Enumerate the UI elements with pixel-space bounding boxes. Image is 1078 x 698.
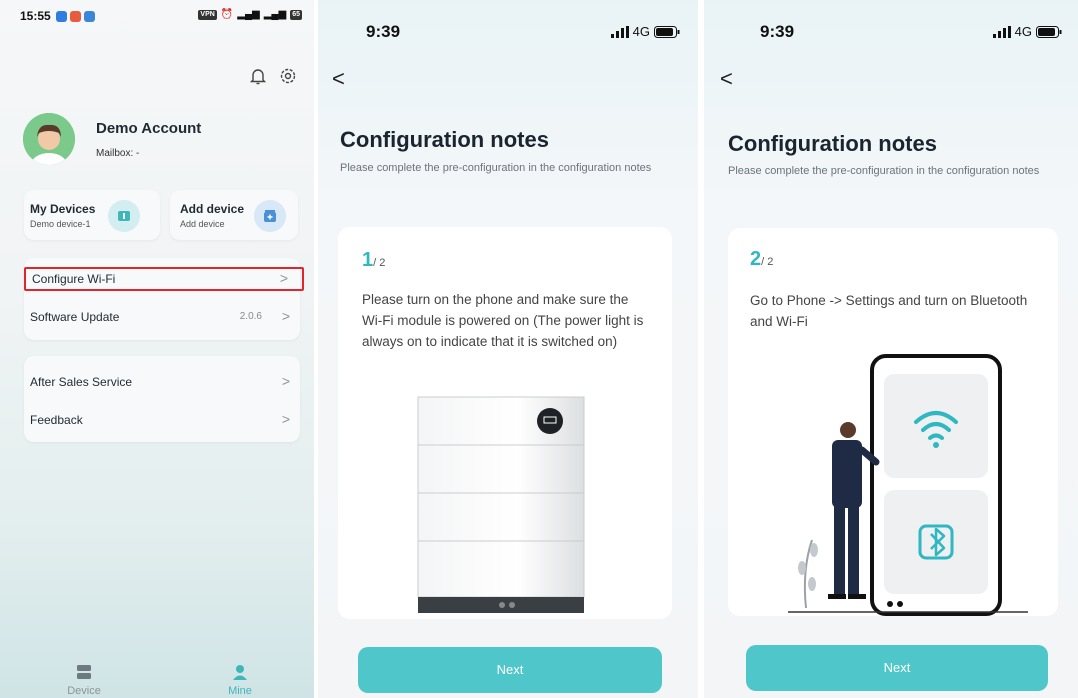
configure-wifi-label: Configure Wi-Fi [32, 272, 116, 286]
after-sales-item[interactable]: After Sales Service > [24, 370, 304, 394]
status-bar: 9:39 4G [760, 22, 1062, 44]
signal-icon: ▂▄▆ [263, 9, 287, 20]
step-indicator: 2/ 2 [750, 248, 773, 271]
battery-device-illustration [417, 396, 585, 613]
notification-icon [56, 11, 67, 22]
signal-icon: ▂▄▆ [237, 9, 260, 20]
page-title: Configuration notes [728, 131, 937, 156]
step-total: / 2 [373, 257, 386, 269]
mailbox-label: Mailbox: - [96, 148, 140, 159]
mine-tab-icon [233, 665, 247, 680]
tab-bar: Device Mine [0, 660, 314, 698]
status-time: 9:39 [366, 22, 401, 41]
network-label: 4G [632, 24, 650, 39]
configure-wifi-item[interactable]: Configure Wi-Fi > [24, 267, 304, 291]
back-arrow-icon[interactable]: < [720, 66, 733, 92]
mine-screen: 15:55 VPN ⏰ ▂▄▆ ▂▄▆ 65 Demo Account Mail… [0, 0, 314, 698]
status-bar: 15:55 VPN ⏰ ▂▄▆ ▂▄▆ 65 [20, 9, 302, 27]
step-current: 2 [750, 248, 762, 270]
alarm-icon: ⏰ [220, 9, 234, 20]
signal-icon [992, 25, 1011, 38]
status-bar: 9:39 4G [366, 22, 680, 44]
step-current: 1 [362, 249, 374, 271]
page-subtitle: Please complete the pre-configuration in… [340, 162, 652, 174]
my-devices-title: My Devices [30, 202, 96, 216]
step-description: Go to Phone -> Settings and turn on Blue… [750, 293, 1028, 329]
device-tab-icon [77, 665, 91, 679]
software-update-label: Software Update [30, 310, 120, 324]
chevron-right-icon: > [279, 270, 288, 286]
status-right: 4G [992, 24, 1062, 39]
vpn-icon: VPN [198, 9, 217, 20]
note-card: 2/ 2 Go to Phone -> Settings and turn on… [728, 228, 1058, 616]
config-notes-step1-screen: 9:39 4G < Configuration notes Please com… [318, 0, 698, 698]
notification-icon [84, 11, 95, 22]
step-description: Please turn on the phone and make sure t… [362, 292, 644, 349]
next-button[interactable]: Next [746, 645, 1048, 691]
status-right: VPN ⏰ ▂▄▆ ▂▄▆ 65 [198, 9, 302, 20]
signal-icon [610, 25, 629, 38]
tab-mine-label: Mine [228, 685, 252, 697]
tab-mine[interactable]: Mine [200, 664, 280, 697]
add-device-subtitle: Add device [180, 219, 225, 229]
tab-device-label: Device [67, 685, 101, 697]
my-devices-card[interactable]: My Devices Demo device-1 [24, 190, 160, 240]
battery-icon [1036, 25, 1062, 38]
feedback-label: Feedback [30, 413, 83, 427]
add-device-card[interactable]: Add device Add device [170, 190, 298, 240]
network-label: 4G [1014, 24, 1032, 39]
tab-device[interactable]: Device [44, 664, 124, 697]
note-card: 1/ 2 Please turn on the phone and make s… [338, 227, 672, 619]
battery-icon: 65 [290, 9, 302, 20]
page-title: Configuration notes [340, 127, 549, 152]
chevron-right-icon: > [281, 411, 290, 427]
status-time: 15:55 [20, 9, 51, 23]
account-name: Demo Account [96, 120, 202, 137]
status-time: 9:39 [760, 22, 795, 41]
software-update-item[interactable]: Software Update 2.0.6 > [24, 305, 304, 329]
phone-settings-illustration [788, 354, 1028, 616]
page-subtitle: Please complete the pre-configuration in… [728, 165, 1040, 177]
status-right: 4G [610, 24, 680, 39]
gear-icon[interactable] [278, 66, 298, 86]
step-indicator: 1/ 2 [362, 249, 385, 272]
after-sales-label: After Sales Service [30, 375, 133, 389]
next-button[interactable]: Next [358, 647, 662, 693]
feedback-item[interactable]: Feedback > [24, 408, 304, 432]
config-notes-step2-screen: 9:39 4G < Configuration notes Please com… [704, 0, 1078, 698]
notification-icon [70, 11, 81, 22]
avatar[interactable] [23, 113, 75, 165]
add-device-title: Add device [180, 202, 245, 216]
battery-icon [654, 25, 680, 38]
add-device-icon [254, 200, 286, 232]
my-devices-subtitle: Demo device-1 [30, 219, 91, 229]
chevron-right-icon: > [281, 373, 290, 389]
device-icon [108, 200, 140, 232]
bell-icon[interactable] [248, 66, 268, 86]
back-arrow-icon[interactable]: < [332, 66, 345, 92]
chevron-right-icon: > [281, 308, 290, 324]
step-total: / 2 [761, 256, 774, 268]
software-version: 2.0.6 [239, 311, 262, 322]
